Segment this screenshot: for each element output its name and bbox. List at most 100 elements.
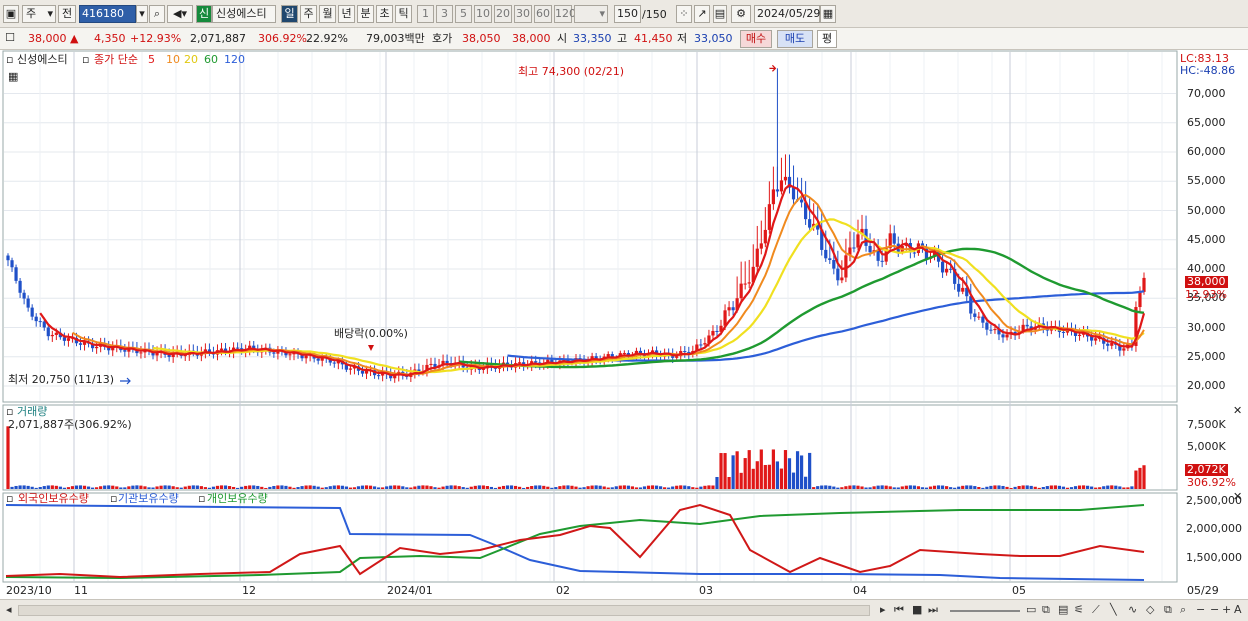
save-icon[interactable]: ▤ (713, 5, 727, 23)
volume-bar (469, 486, 473, 489)
volume-bar (288, 486, 292, 489)
volume-bar (513, 485, 518, 489)
wave-icon[interactable]: ∿ (1128, 603, 1137, 617)
stop-icon[interactable]: ■ (912, 603, 922, 617)
volume-toggle-icon[interactable]: ▫ (6, 406, 13, 418)
tab-month[interactable]: 월 (319, 5, 336, 23)
volume-bar (127, 486, 131, 489)
prev-button[interactable]: 전 (58, 5, 76, 23)
date-input[interactable]: 2024/05/29 (754, 5, 820, 23)
chart-canvas[interactable] (0, 50, 1248, 599)
speaker-icon[interactable]: ◀▾ (167, 5, 193, 23)
candle-body (316, 358, 320, 361)
search-icon[interactable]: ⌕ (149, 5, 165, 23)
window-menu-icon[interactable]: ▣ (3, 5, 19, 23)
volume-bar (236, 487, 240, 489)
interval-1[interactable]: 1 (417, 5, 434, 23)
plus-icon[interactable]: + (1222, 603, 1231, 617)
draw-tool-icon[interactable]: ↗ (694, 5, 710, 23)
volume-bar (993, 485, 997, 489)
legend-toggle-icon[interactable]: ▫ (198, 493, 205, 505)
copy-icon[interactable]: ⧉ (1164, 603, 1172, 617)
volume-value-label: 2,071,887주(306.92%) (8, 418, 132, 431)
volume-bar (381, 487, 385, 489)
volume-bar (90, 487, 95, 489)
volume-bar (739, 472, 743, 489)
horizontal-scrollbar[interactable] (18, 605, 870, 616)
bid-price-1: 38,050 (462, 32, 501, 45)
price-tick-label: 40,000 (1187, 262, 1226, 275)
layout-icon[interactable]: ▭ (1026, 603, 1036, 617)
volume-bar (260, 486, 264, 489)
eval-button[interactable]: 평 (817, 30, 837, 48)
play-icon[interactable]: ▸ (880, 603, 886, 617)
interval-20[interactable]: 20 (494, 5, 512, 23)
minus-icon[interactable]: − (1210, 603, 1219, 617)
checkbox-icon[interactable]: ☐ (3, 30, 17, 48)
volume-bar (795, 451, 800, 489)
rewind-icon[interactable]: ⏮ (894, 603, 904, 617)
tab-minute[interactable]: 분 (357, 5, 374, 23)
interval-60[interactable]: 60 (534, 5, 552, 23)
volume-bar (973, 486, 977, 489)
sell-button[interactable]: 매도 (777, 30, 813, 48)
tab-tick[interactable]: 틱 (395, 5, 412, 23)
period-select[interactable]: 주 ▾ (22, 5, 56, 23)
volume-current-tag: 2,072K (1185, 463, 1228, 476)
holdings-close-icon[interactable]: ✕ (1233, 491, 1242, 503)
panel-toggle-icon[interactable]: ▫ (6, 54, 13, 66)
interval-30[interactable]: 30 (514, 5, 532, 23)
holdings-toggle-icon[interactable]: ▫ (6, 493, 13, 505)
interval-120[interactable]: 120 (554, 5, 576, 23)
calendar-icon[interactable]: ▦ (820, 5, 836, 23)
volume-bar (183, 486, 187, 489)
ma-toggle-icon[interactable]: ▫ (82, 54, 89, 66)
volume-bar (445, 485, 449, 489)
trend-icon[interactable]: ⟋ (1092, 603, 1100, 617)
fast-forward-icon[interactable]: ⏭ (928, 603, 938, 617)
split-icon[interactable]: ⧉ (1042, 603, 1050, 617)
credit-badge: 신 (196, 5, 212, 23)
interval-10[interactable]: 10 (474, 5, 492, 23)
volume-bar (767, 464, 771, 489)
legend-toggle-icon[interactable]: ▫ (110, 493, 117, 505)
interval-5[interactable]: 5 (455, 5, 472, 23)
volume-bar (630, 486, 634, 489)
stock-code-input[interactable]: 416180 (79, 5, 136, 23)
tab-year[interactable]: 년 (338, 5, 355, 23)
code-dropdown-icon[interactable]: ▾ (136, 5, 148, 23)
candle-body (977, 316, 981, 318)
panel-icon[interactable]: ▤ (1058, 603, 1068, 617)
gear-icon[interactable]: ⚙ (731, 5, 751, 23)
grid-icon[interactable]: ⁘ (676, 5, 692, 23)
candle-body (771, 189, 775, 205)
volume-bar (425, 485, 429, 489)
volume-bar (115, 486, 119, 489)
candle-body (711, 330, 715, 336)
count-input[interactable]: 150 (614, 5, 641, 23)
font-size-icon[interactable]: A (1234, 603, 1242, 617)
indicator-icon[interactable]: ⚟ (1074, 603, 1084, 617)
table-toggle-icon[interactable]: ▦ (8, 71, 18, 83)
interval-3[interactable]: 3 (436, 5, 453, 23)
zoom-icon[interactable]: ⌕ (1180, 603, 1186, 617)
volume-bar (832, 486, 836, 489)
tag-icon[interactable]: ◇ (1146, 603, 1154, 617)
interval-dropdown[interactable]: ▾ (574, 5, 608, 23)
candle-body (50, 334, 54, 337)
volume-bar (364, 485, 369, 489)
zoom-out-icon[interactable]: − (1196, 603, 1205, 617)
toolbar: ▣ 주 ▾ 전 416180 ▾ ⌕ ◀▾ 신 신성에스티 일 주 월 년 분 초… (0, 0, 1248, 28)
tab-second[interactable]: 초 (376, 5, 393, 23)
volume-bar (848, 485, 852, 489)
buy-button[interactable]: 매수 (740, 30, 772, 48)
tab-day[interactable]: 일 (281, 5, 298, 23)
scroll-left-icon[interactable]: ◂ (6, 603, 12, 617)
zoom-slider[interactable] (950, 610, 1020, 612)
draw-line-icon[interactable]: ╲ (1110, 603, 1117, 617)
volume-bar (240, 486, 244, 489)
tab-week[interactable]: 주 (300, 5, 317, 23)
candle-body (912, 252, 916, 254)
volume-bar (687, 486, 691, 489)
volume-close-icon[interactable]: ✕ (1233, 405, 1242, 417)
